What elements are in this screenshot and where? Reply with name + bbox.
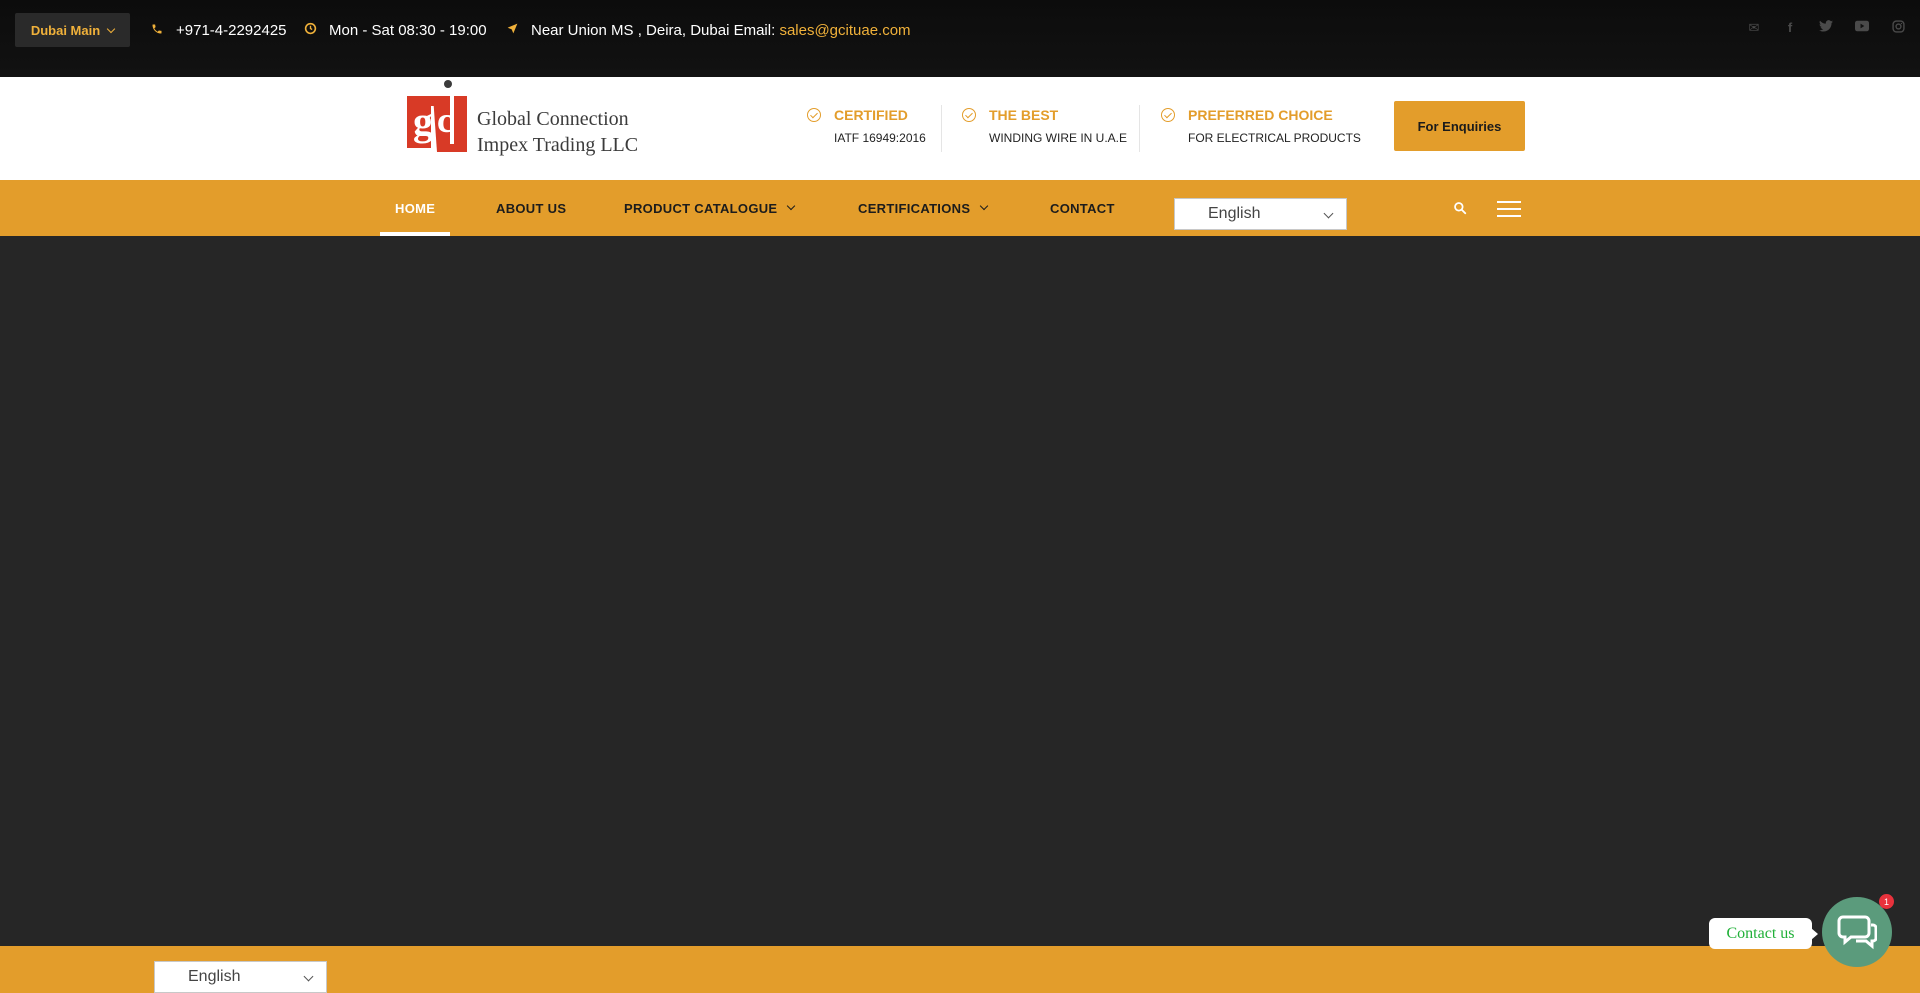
nav-item-about-us[interactable]: ABOUT US: [496, 180, 566, 236]
email-link[interactable]: sales@gcituae.com: [779, 22, 910, 39]
svg-text:g: g: [413, 99, 433, 144]
feature-subtitle: IATF 16949:2016: [834, 131, 926, 145]
chevron-down-icon: [106, 24, 116, 33]
logo-line-1: Global Connection: [477, 108, 629, 130]
social-links: ✉ f: [1746, 20, 1906, 36]
chat-bubble-icon: [1837, 915, 1877, 950]
language-selected: English: [188, 968, 241, 985]
feature-title: THE BEST: [989, 107, 1059, 123]
check-circle-icon: [807, 108, 821, 122]
gci-logo-mark-icon: g c: [407, 80, 467, 152]
feature-subtitle: FOR ELECTRICAL PRODUCTS: [1188, 131, 1361, 145]
clock-icon: [303, 22, 317, 38]
instagram-icon[interactable]: [1890, 20, 1906, 36]
twitter-icon[interactable]: [1818, 20, 1834, 36]
search-icon[interactable]: [1453, 201, 1467, 215]
nav-item-home[interactable]: HOME: [379, 180, 451, 236]
hours-info: Mon - Sat 08:30 - 19:00: [303, 20, 487, 40]
branch-dropdown[interactable]: Dubai Main: [15, 13, 130, 47]
nav-item-label: CONTACT: [1050, 200, 1115, 216]
language-selected: English: [1208, 205, 1261, 222]
site-header: [0, 77, 1920, 180]
nav-item-certifications[interactable]: CERTIFICATIONS: [858, 180, 989, 236]
contact-us-label[interactable]: Contact us: [1709, 918, 1818, 949]
nav-item-contact[interactable]: CONTACT: [1050, 180, 1115, 236]
nav-item-label: CERTIFICATIONS: [858, 200, 971, 216]
location-arrow-icon: [505, 22, 519, 38]
nav-item-label: HOME: [395, 200, 436, 216]
nav-item-label: ABOUT US: [496, 200, 567, 216]
divider: [941, 105, 942, 152]
divider: [1139, 105, 1140, 152]
phone-number[interactable]: +971-4-2292425: [176, 22, 287, 39]
branch-label: Dubai Main: [30, 22, 101, 38]
opening-hours: Mon - Sat 08:30 - 19:00: [329, 21, 487, 39]
address-text: Near Union MS , Deira, Dubai Email:: [531, 21, 776, 39]
chevron-down-icon: [303, 971, 314, 982]
company-logo[interactable]: g c Global Connection Impex Trading LLC: [403, 80, 645, 160]
youtube-icon[interactable]: [1854, 20, 1870, 36]
main-nav: HOME ABOUT US PRODUCT CATALOGUE CERTIFIC…: [0, 180, 1920, 236]
phone-info[interactable]: +971-4-2292425: [150, 20, 287, 40]
logo-text: Global Connection Impex Trading LLC: [477, 106, 638, 158]
feature-title: PREFERRED CHOICE: [1188, 107, 1333, 123]
check-circle-icon: [1161, 108, 1175, 122]
enquiries-button[interactable]: For Enquiries: [1394, 101, 1525, 151]
language-select[interactable]: English: [1174, 198, 1347, 230]
check-circle-icon: [962, 108, 976, 122]
address-info: Near Union MS , Deira, Dubai Email: sale…: [505, 20, 911, 40]
logo-line-2: Impex Trading LLC: [477, 134, 639, 156]
phone-icon: [150, 23, 164, 38]
nav-item-label: PRODUCT CATALOGUE: [624, 200, 778, 216]
footer-language-select[interactable]: English: [154, 961, 327, 993]
feature-title: CERTIFIED: [834, 107, 908, 123]
nav-item-product-catalogue[interactable]: PRODUCT CATALOGUE: [624, 180, 796, 236]
feature-subtitle: WINDING WIRE IN U.A.E: [989, 131, 1127, 145]
notification-badge: 1: [1879, 894, 1894, 909]
hamburger-menu-icon[interactable]: [1497, 201, 1521, 217]
chevron-down-icon: [980, 201, 989, 211]
envelope-icon[interactable]: ✉: [1746, 20, 1762, 36]
facebook-icon[interactable]: f: [1782, 20, 1798, 36]
hero-section: [0, 236, 1920, 946]
chevron-down-icon: [787, 201, 796, 211]
top-bar: Dubai Main +971-4-2292425 Mon - Sat 08:3…: [0, 0, 1920, 77]
chevron-down-icon: [1323, 208, 1334, 219]
